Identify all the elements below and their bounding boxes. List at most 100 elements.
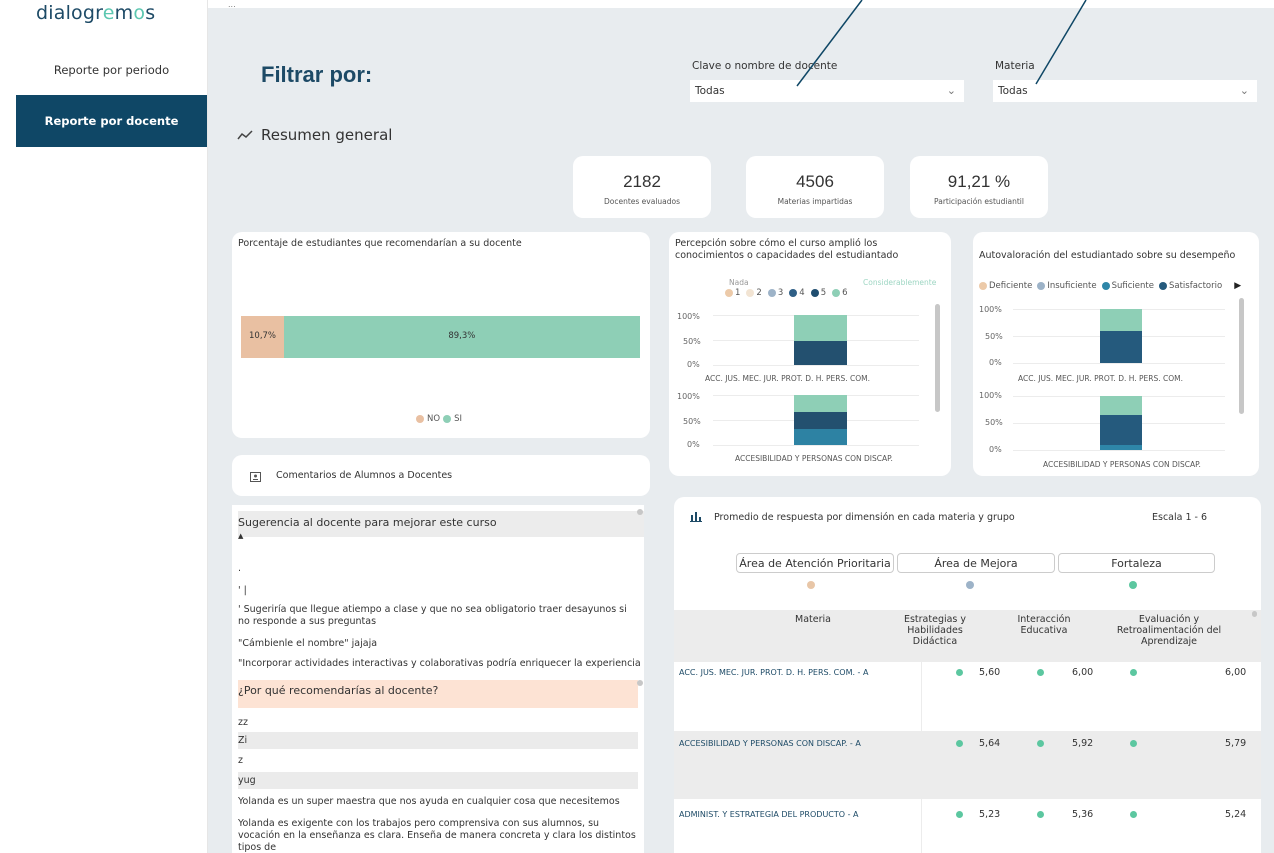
y-tick: 0% bbox=[989, 358, 1002, 367]
list-item: Zi bbox=[238, 732, 638, 749]
row-value: 6,00 bbox=[1225, 667, 1247, 678]
why-column-header[interactable]: ¿Por qué recomendarías al docente? bbox=[238, 680, 638, 708]
kpi-materias: 4506 Materias impartidas bbox=[746, 156, 884, 218]
stack-segment-6[interactable] bbox=[794, 315, 847, 341]
scale-high-label: Considerablemente bbox=[863, 278, 937, 287]
pill-fortaleza[interactable]: Fortaleza bbox=[1058, 553, 1215, 573]
table-scrollbar[interactable] bbox=[1252, 611, 1257, 617]
kpi-value: 4506 bbox=[796, 172, 834, 191]
comments-scrollbar[interactable] bbox=[637, 680, 643, 686]
row-value: 5,92 bbox=[1072, 738, 1094, 749]
annotation-arrow-materia bbox=[1035, 0, 1087, 85]
recommend-chart-title: Porcentaje de estudiantes que recomendar… bbox=[238, 238, 522, 249]
kpi-value: 91,21 % bbox=[947, 172, 1011, 191]
stack-segment-6[interactable] bbox=[794, 395, 847, 412]
table-row[interactable]: ADMINIST. Y ESTRATEGIA DEL PRODUCTO - A … bbox=[674, 804, 1261, 844]
status-dot bbox=[1037, 669, 1044, 676]
stack-segment-4[interactable] bbox=[794, 341, 847, 365]
status-dot bbox=[956, 669, 963, 676]
status-dot bbox=[1037, 740, 1044, 747]
row-value: 5,23 bbox=[979, 809, 1001, 820]
legend-dot-si bbox=[443, 415, 452, 423]
bar-si[interactable]: 89,3% bbox=[283, 316, 640, 358]
kpi-value: 2182 bbox=[623, 172, 661, 191]
y-tick: 0% bbox=[687, 440, 700, 449]
bar-chart-icon bbox=[690, 512, 702, 522]
y-tick: 100% bbox=[677, 312, 700, 321]
column-header-estrategias[interactable]: Estrategias y Habilidades Didáctica bbox=[900, 614, 970, 647]
legend-6: 6 bbox=[842, 288, 848, 298]
performance-scale: Escala 1 - 6 bbox=[1152, 512, 1208, 523]
pill-atencion-prioritaria[interactable]: Área de Atención Prioritaria bbox=[736, 553, 894, 573]
stack-segment-satisfactorio[interactable] bbox=[1100, 330, 1142, 363]
comments-table: Sugerencia al docente para mejorar este … bbox=[232, 505, 644, 853]
summary-heading: Resumen general bbox=[237, 126, 392, 144]
list-item: Yolanda es un super maestra que nos ayud… bbox=[238, 796, 620, 807]
kpi-label: Participación estudiantil bbox=[934, 197, 1024, 206]
row-value: 5,79 bbox=[1225, 738, 1247, 749]
list-item: ' | bbox=[238, 585, 247, 596]
row-value: 5,60 bbox=[979, 667, 1001, 678]
category-label: ACCESIBILIDAD Y PERSONAS CON DISCAP. bbox=[735, 454, 893, 463]
legend-deficiente: Deficiente bbox=[989, 281, 1033, 291]
column-header-evaluacion[interactable]: Evaluación y Retroalimentación del Apren… bbox=[1104, 614, 1234, 647]
trend-line-icon bbox=[237, 130, 253, 140]
stack-segment-excelente[interactable] bbox=[1100, 396, 1142, 415]
kpi-label: Docentes evaluados bbox=[603, 197, 681, 206]
comments-header-card: Comentarios de Alumnos a Docentes bbox=[232, 455, 650, 496]
pill-area-mejora[interactable]: Área de Mejora bbox=[897, 553, 1055, 573]
gridline bbox=[1013, 450, 1225, 451]
column-header-interaccion[interactable]: Interacción Educativa bbox=[1014, 614, 1074, 636]
stack-segment-satisfactorio[interactable] bbox=[1100, 414, 1142, 445]
row-materia: ACC. JUS. MEC. JUR. PROT. D. H. PERS. CO… bbox=[679, 668, 869, 677]
list-item: ' Sugeriría que llegue atiempo a clase y… bbox=[238, 604, 627, 627]
nav-reporte-por-docente[interactable]: Reporte por docente bbox=[16, 95, 207, 147]
gridline bbox=[713, 445, 919, 446]
bar-no[interactable]: 10,7% bbox=[241, 316, 284, 358]
y-tick: 50% bbox=[683, 337, 701, 346]
category-label: ACC. JUS. MEC. JUR. PROT. D. H. PERS. CO… bbox=[705, 374, 871, 383]
status-dot bbox=[1037, 811, 1044, 818]
legend-no: NO bbox=[427, 414, 441, 424]
comment-card-icon bbox=[250, 472, 261, 482]
scale-low-label: Nada bbox=[729, 278, 749, 287]
selfeval-scrollbar[interactable] bbox=[1239, 298, 1244, 414]
status-dot bbox=[1130, 811, 1137, 818]
stack-segment-suficiente[interactable] bbox=[1100, 444, 1142, 450]
suggest-column-header[interactable]: Sugerencia al docente para mejorar este … bbox=[238, 511, 644, 540]
status-dot bbox=[1130, 740, 1137, 747]
legend-dot-mejora bbox=[966, 581, 974, 589]
y-tick: 100% bbox=[677, 392, 700, 401]
row-value: 5,36 bbox=[1072, 809, 1094, 820]
stack-segment-excelente[interactable] bbox=[1100, 309, 1142, 331]
legend-dot-prioritaria bbox=[807, 581, 815, 589]
row-value: 5,24 bbox=[1225, 809, 1247, 820]
list-item: "Incorporar actividades interactivas y c… bbox=[238, 658, 641, 669]
legend-5: 5 bbox=[820, 288, 827, 298]
comments-scrollbar[interactable] bbox=[637, 509, 643, 515]
legend-2: 2 bbox=[756, 288, 762, 298]
legend-insuficiente: Insuficiente bbox=[1047, 281, 1097, 291]
row-value: 5,64 bbox=[979, 738, 1001, 749]
stack-segment-4[interactable] bbox=[794, 412, 847, 429]
recommend-legend: NO SI bbox=[416, 414, 462, 424]
list-item bbox=[238, 539, 644, 558]
y-tick: 50% bbox=[683, 417, 701, 426]
bar-no-label: 10,7% bbox=[249, 331, 277, 341]
perception-chart-card: Percepción sobre cómo el curso amplió lo… bbox=[669, 232, 951, 476]
stack-segment-3[interactable] bbox=[794, 428, 847, 445]
table-row[interactable]: ACC. JUS. MEC. JUR. PROT. D. H. PERS. CO… bbox=[674, 662, 1261, 728]
legend-next-arrow-icon[interactable]: ▶ bbox=[1234, 281, 1241, 291]
legend-4: 4 bbox=[799, 288, 805, 298]
category-label: ACC. JUS. MEC. JUR. PROT. D. H. PERS. CO… bbox=[1018, 374, 1184, 383]
perception-scrollbar[interactable] bbox=[935, 304, 940, 412]
list-item: Yolanda es exigente con los trabajos per… bbox=[238, 818, 636, 853]
status-dot bbox=[1130, 669, 1137, 676]
status-dot bbox=[956, 811, 963, 818]
list-item: . bbox=[238, 563, 242, 574]
perception-legend: 1 2 3 4 5 6 bbox=[725, 288, 848, 298]
column-header-materia[interactable]: Materia bbox=[763, 614, 863, 625]
list-item: zz bbox=[238, 717, 248, 728]
table-row[interactable]: ACCESIBILIDAD Y PERSONAS CON DISCAP. - A… bbox=[674, 733, 1261, 799]
category-label: ACCESIBILIDAD Y PERSONAS CON DISCAP. bbox=[1043, 460, 1201, 469]
